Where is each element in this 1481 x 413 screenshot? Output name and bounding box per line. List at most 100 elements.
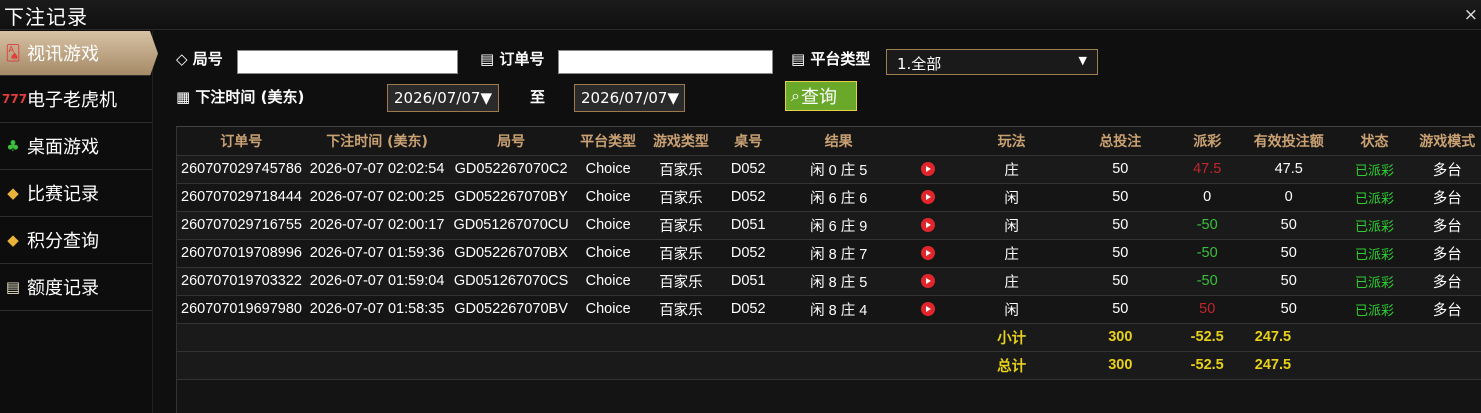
cell-total-bet: 50 <box>1066 183 1174 212</box>
order-input[interactable] <box>558 50 773 74</box>
table-game-icon: ♣ <box>6 137 20 155</box>
sum-label: 总计 <box>956 351 1067 380</box>
cell-bet-time: 2026-07-07 01:59:04 <box>305 267 449 296</box>
table-row: 260707019697980 2026-07-07 01:58:35 GD0522… <box>177 295 1481 324</box>
sidebar-item-video-games[interactable]: 🂡 视讯游戏 <box>0 31 158 76</box>
col-result[interactable]: 结果 <box>777 127 900 156</box>
date-to-picker[interactable]: 2026/07/07▼ <box>574 84 685 112</box>
subtotal-row: 小计 300 -52.5 247.5 <box>177 323 1481 352</box>
cell-order-no: 260707019703322 <box>177 267 306 296</box>
sidebar-item-label: 视讯游戏 <box>27 44 99 65</box>
cell-order-no: 260707029718444 <box>177 183 306 212</box>
play-video-icon[interactable] <box>921 302 936 317</box>
document-icon: ▤ <box>480 50 495 68</box>
cell-bet-time: 2026-07-07 02:02:54 <box>305 155 449 184</box>
empty-cell <box>900 323 957 352</box>
round-input[interactable] <box>237 50 458 74</box>
title-bar: 下注记录 × <box>0 0 1481 30</box>
cell-table-no: D052 <box>719 155 778 184</box>
close-icon[interactable]: × <box>1464 5 1478 25</box>
date-from-picker[interactable]: 2026/07/07▼ <box>387 84 499 112</box>
replay-cell <box>900 211 957 240</box>
cell-total-bet: 50 <box>1066 211 1174 240</box>
col-order-no[interactable]: 订单号 <box>177 127 306 156</box>
window-title: 下注记录 <box>4 5 88 29</box>
search-icon: ⌕ <box>791 86 800 105</box>
replay-cell <box>900 183 957 212</box>
cell-game-type: 百家乐 <box>642 295 720 324</box>
sidebar-item-points-query[interactable]: ◆ 积分查询 <box>0 217 152 264</box>
cell-table-no: D052 <box>719 239 778 268</box>
col-table-no[interactable]: 桌号 <box>719 127 778 156</box>
cell-status: 已派彩 <box>1336 267 1413 296</box>
cell-platform: Choice <box>573 155 643 184</box>
cell-valid-bet: 50 <box>1240 239 1337 268</box>
video-game-icon: 🂡 <box>5 44 21 62</box>
platform-select[interactable]: 1.全部 ▼ <box>886 49 1098 75</box>
cell-total-bet: 50 <box>1066 267 1174 296</box>
sidebar-item-match-records[interactable]: ◆ 比赛记录 <box>0 170 152 217</box>
query-button[interactable]: ⌕ 查询 <box>785 81 857 111</box>
empty-cell <box>305 323 449 352</box>
play-video-icon[interactable] <box>921 218 936 233</box>
sum-total-bet: 300 <box>1066 351 1174 380</box>
slot-machine-icon: 777 <box>2 92 28 106</box>
col-total-bet[interactable]: 总投注 <box>1066 127 1174 156</box>
sidebar-item-quota-records[interactable]: ▤ 额度记录 <box>0 264 152 311</box>
sidebar-item-slot-machines[interactable]: 777 电子老虎机 <box>0 76 152 123</box>
cell-payout: 0 <box>1173 183 1241 212</box>
play-video-icon[interactable] <box>921 162 936 177</box>
cell-play: 庄 <box>956 155 1067 184</box>
col-play[interactable]: 玩法 <box>956 127 1067 156</box>
cell-total-bet: 50 <box>1066 295 1174 324</box>
cell-platform: Choice <box>573 183 643 212</box>
cell-bet-time: 2026-07-07 02:00:25 <box>305 183 449 212</box>
order-label: 订单号 <box>499 50 545 68</box>
col-round-no[interactable]: 局号 <box>448 127 574 156</box>
col-game-type[interactable]: 游戏类型 <box>642 127 720 156</box>
empty-cell <box>1336 351 1413 380</box>
play-video-icon[interactable] <box>921 246 936 261</box>
cell-game-type: 百家乐 <box>642 239 720 268</box>
play-video-icon[interactable] <box>921 190 936 205</box>
play-video-icon[interactable] <box>921 274 936 289</box>
cell-payout: -50 <box>1173 267 1241 296</box>
grand-total-row: 总计 300 -52.5 247.5 <box>177 351 1481 380</box>
cell-status: 已派彩 <box>1336 239 1413 268</box>
cell-order-no: 260707019697980 <box>177 295 306 324</box>
col-platform[interactable]: 平台类型 <box>573 127 643 156</box>
chevron-down-icon: ▼ <box>1078 54 1087 67</box>
empty-cell <box>177 351 306 380</box>
col-game-mode[interactable]: 游戏模式 <box>1412 127 1481 156</box>
order-filter: ▤ 订单号 <box>480 48 544 69</box>
cell-valid-bet: 47.5 <box>1240 155 1337 184</box>
table-row: 260707029718444 2026-07-07 02:00:25 GD0522… <box>177 183 1481 212</box>
empty-cell <box>1412 351 1481 380</box>
cell-status: 已派彩 <box>1336 211 1413 240</box>
col-replay <box>900 127 957 156</box>
empty-cell <box>448 323 574 352</box>
empty-cell <box>573 323 643 352</box>
sidebar-item-table-games[interactable]: ♣ 桌面游戏 <box>0 123 152 170</box>
empty-cell <box>719 323 778 352</box>
cell-result: 闲 0 庄 5 <box>777 155 900 184</box>
empty-cell <box>1336 323 1413 352</box>
col-valid-bet[interactable]: 有效投注额 <box>1240 127 1337 156</box>
col-status[interactable]: 状态 <box>1336 127 1413 156</box>
cell-round-no: GD051267070CU <box>448 211 574 240</box>
cell-payout: -50 <box>1173 211 1241 240</box>
cell-round-no: GD051267070CS <box>448 267 574 296</box>
col-payout[interactable]: 派彩 <box>1173 127 1241 156</box>
cell-game-type: 百家乐 <box>642 211 720 240</box>
cell-order-no: 260707029716755 <box>177 211 306 240</box>
sidebar-item-label: 桌面游戏 <box>27 137 99 158</box>
col-bet-time[interactable]: 下注时间 (美东) <box>305 127 449 156</box>
sum-valid-bet: 247.5 <box>1240 351 1337 380</box>
table-row: 260707029716755 2026-07-07 02:00:17 GD0512… <box>177 211 1481 240</box>
cell-game-type: 百家乐 <box>642 183 720 212</box>
to-label: 至 <box>530 88 546 106</box>
cell-table-no: D052 <box>719 183 778 212</box>
platform-label: 平台类型 <box>810 50 871 68</box>
empty-cell <box>719 351 778 380</box>
sidebar: 🂡 视讯游戏 777 电子老虎机 ♣ 桌面游戏 ◆ 比赛记录 ◆ 积分查询 ▤ … <box>0 31 158 413</box>
